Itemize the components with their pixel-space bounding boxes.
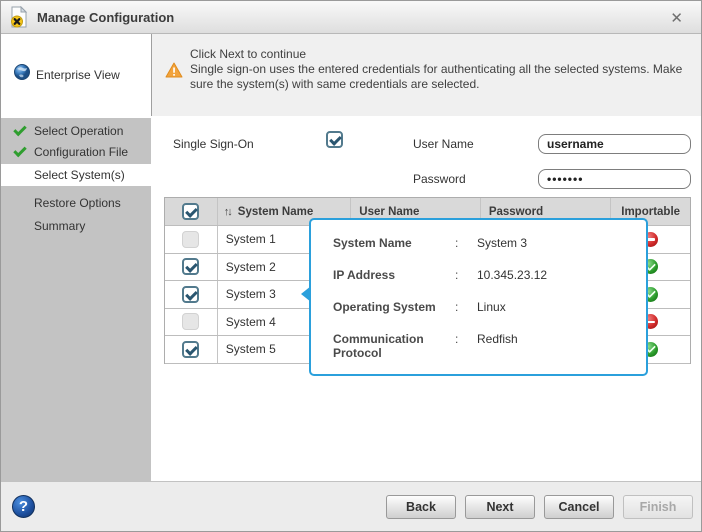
user-name-input[interactable] <box>538 134 691 154</box>
tooltip-row: Communication Protocol : Redfish <box>333 332 518 360</box>
footer-bar: ? Back Next Cancel Finish <box>1 481 701 531</box>
step-complete-check-icon <box>13 146 27 158</box>
close-icon[interactable]: ✕ <box>666 7 687 29</box>
step-complete-check-icon <box>13 125 27 137</box>
tooltip-row: Operating System : Linux <box>333 300 506 314</box>
wizard-steps: Select Operation Configuration File Sele… <box>1 118 151 481</box>
password-label: Password <box>413 172 466 186</box>
banner-text: Click Next to continue Single sign-on us… <box>190 47 695 92</box>
help-icon[interactable]: ? <box>12 495 35 518</box>
enterprise-view-node[interactable]: Enterprise View <box>14 64 120 85</box>
next-button[interactable]: Next <box>465 495 535 519</box>
row-checkbox[interactable] <box>182 340 200 358</box>
user-name-label: User Name <box>413 137 474 151</box>
single-sign-on-label: Single Sign-On <box>173 137 254 151</box>
manage-configuration-icon <box>9 5 29 28</box>
dialog-title: Manage Configuration <box>37 9 175 25</box>
row-checkbox[interactable] <box>182 285 200 303</box>
cancel-button[interactable]: Cancel <box>544 495 614 519</box>
row-checkbox[interactable] <box>182 258 200 276</box>
sidebar-item-configuration-file[interactable]: Configuration File <box>1 141 151 163</box>
enterprise-view-label: Enterprise View <box>36 67 120 82</box>
sort-icon[interactable]: ↑↓ <box>224 206 233 218</box>
single-sign-on-checkbox[interactable] <box>326 131 343 148</box>
password-input[interactable] <box>538 169 691 189</box>
system-details-tooltip: System Name : System 3 IP Address : 10.3… <box>301 218 648 376</box>
info-banner: Click Next to continue Single sign-on us… <box>151 34 701 116</box>
sidebar-item-summary[interactable]: Summary <box>1 215 151 237</box>
tooltip-row: IP Address : 10.345.23.12 <box>333 268 548 282</box>
banner-line2: Single sign-on uses the entered credenti… <box>190 62 683 91</box>
finish-button[interactable]: Finish <box>623 495 693 519</box>
row-checkbox[interactable] <box>182 313 200 331</box>
sidebar-item-select-operation[interactable]: Select Operation <box>1 120 151 142</box>
title-bar: Manage Configuration ✕ <box>1 1 701 34</box>
select-systems-panel: Single Sign-On User Name Password ↑↓ Sys… <box>151 116 701 481</box>
sidebar-root: Enterprise View <box>1 34 151 118</box>
manage-configuration-dialog: Manage Configuration ✕ Enterprise View S… <box>0 0 702 532</box>
globe-icon <box>14 64 30 85</box>
sidebar-item-restore-options[interactable]: Restore Options <box>1 192 151 214</box>
banner-line1: Click Next to continue <box>190 47 307 61</box>
sidebar-item-select-systems[interactable]: Select System(s) <box>1 164 151 186</box>
warning-icon <box>165 62 183 83</box>
back-button[interactable]: Back <box>386 495 456 519</box>
row-checkbox[interactable] <box>182 230 200 248</box>
footer-buttons: Back Next Cancel Finish <box>386 495 693 519</box>
tooltip-row: System Name : System 3 <box>333 236 528 250</box>
tooltip-arrow-icon <box>301 286 311 302</box>
select-all-checkbox[interactable] <box>182 203 200 220</box>
